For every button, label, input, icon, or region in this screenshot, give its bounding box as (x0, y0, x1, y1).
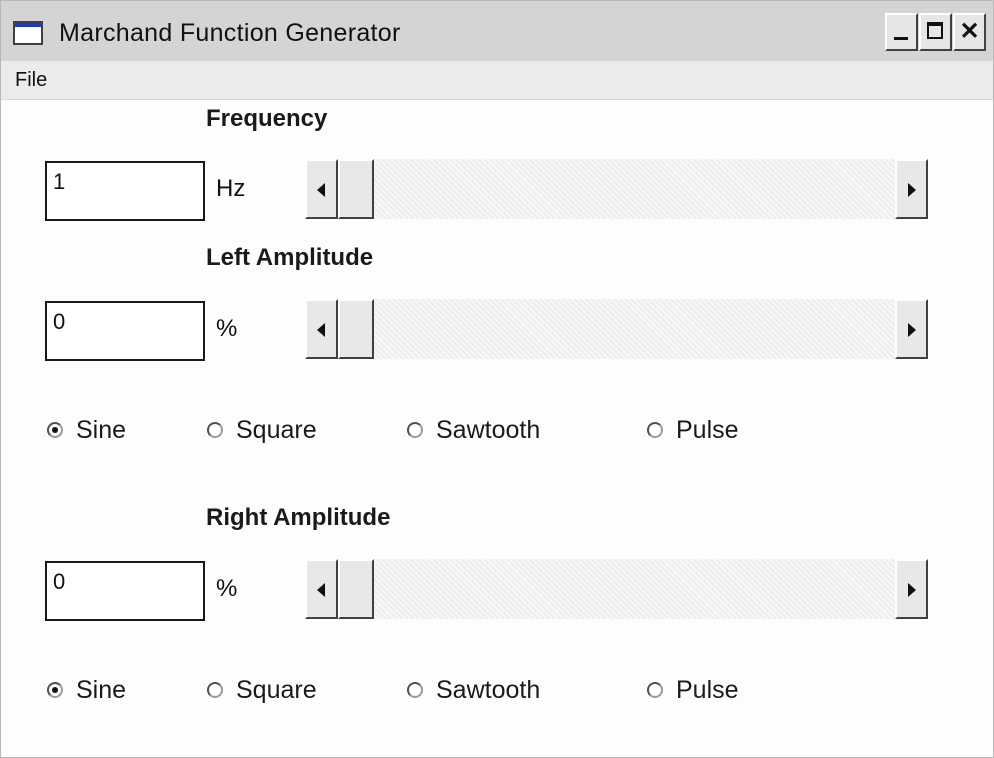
frequency-unit: Hz (216, 175, 246, 202)
window-title: Marchand Function Generator (59, 19, 401, 47)
left-amplitude-input[interactable]: 0 (45, 301, 205, 361)
waveform-label: Square (236, 676, 317, 704)
frequency-value: 1 (53, 169, 66, 194)
left-amplitude-value: 0 (53, 309, 66, 334)
waveform-label: Square (236, 416, 317, 444)
radio-checked-icon (47, 422, 63, 438)
radio-checked-icon (47, 682, 63, 698)
menu-bar: File (1, 61, 993, 100)
frequency-scroll-right-button[interactable] (895, 159, 928, 219)
left-amplitude-scrollbar[interactable] (305, 299, 928, 359)
arrow-right-icon (908, 323, 916, 337)
frequency-scroll-thumb[interactable] (338, 159, 374, 219)
close-icon: ✕ (959, 18, 980, 45)
close-button[interactable]: ✕ (953, 13, 986, 51)
maximize-button[interactable] (919, 13, 952, 51)
waveform-label: Pulse (676, 676, 739, 704)
frequency-input[interactable]: 1 (45, 161, 205, 221)
left-amplitude-label: Left Amplitude (206, 244, 374, 271)
waveform-label: Pulse (676, 416, 739, 444)
left-amplitude-scroll-left-button[interactable] (305, 299, 338, 359)
frequency-scrollbar[interactable] (305, 159, 928, 219)
right-amplitude-scrollbar[interactable] (305, 559, 928, 619)
radio-unchecked-icon (647, 682, 663, 698)
minimize-button[interactable] (885, 13, 918, 51)
minimize-icon (894, 37, 908, 40)
arrow-left-icon (317, 583, 325, 597)
arrow-left-icon (317, 323, 325, 337)
frequency-label: Frequency (206, 105, 328, 132)
radio-unchecked-icon (207, 682, 223, 698)
right-amplitude-scroll-thumb[interactable] (338, 559, 374, 619)
right-amplitude-label: Right Amplitude (206, 504, 391, 531)
radio-unchecked-icon (407, 682, 423, 698)
title-bar[interactable]: Marchand Function Generator ✕ (1, 1, 993, 61)
waveform-label: Sine (76, 676, 127, 704)
frequency-scroll-left-button[interactable] (305, 159, 338, 219)
window-app-icon[interactable] (13, 21, 43, 45)
left-amplitude-scroll-thumb[interactable] (338, 299, 374, 359)
function-generator-window: Marchand Function Generator ✕ File Frequ… (0, 0, 994, 758)
right-amplitude-scroll-right-button[interactable] (895, 559, 928, 619)
right-amplitude-unit: % (216, 575, 238, 602)
arrow-left-icon (317, 183, 325, 197)
waveform-label: Sawtooth (436, 676, 541, 704)
menu-file[interactable]: File (15, 69, 47, 92)
left-amplitude-unit: % (216, 315, 238, 342)
maximize-icon (927, 22, 943, 39)
waveform-label: Sawtooth (436, 416, 541, 444)
right-amplitude-value: 0 (53, 569, 66, 594)
radio-unchecked-icon (407, 422, 423, 438)
arrow-right-icon (908, 183, 916, 197)
right-amplitude-input[interactable]: 0 (45, 561, 205, 621)
radio-unchecked-icon (647, 422, 663, 438)
radio-unchecked-icon (207, 422, 223, 438)
left-amplitude-scroll-right-button[interactable] (895, 299, 928, 359)
arrow-right-icon (908, 583, 916, 597)
waveform-label: Sine (76, 416, 127, 444)
right-amplitude-scroll-left-button[interactable] (305, 559, 338, 619)
